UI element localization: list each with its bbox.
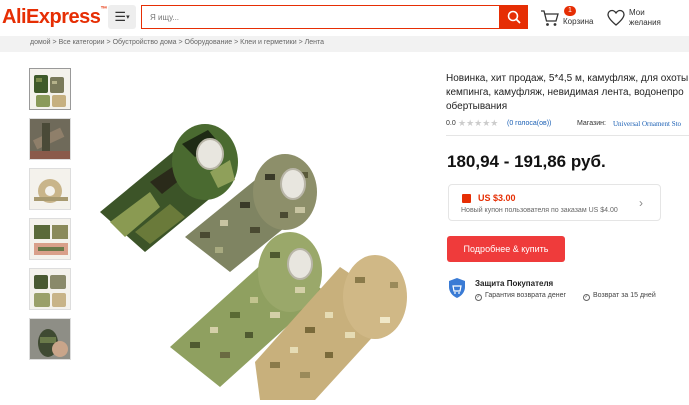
heart-icon <box>607 9 625 26</box>
breadcrumb-trail: домой > Все категории > Обустройство дом… <box>30 39 324 46</box>
thumbnail-2[interactable] <box>29 118 71 160</box>
store-link[interactable]: Universal Ornament Sto <box>613 120 681 128</box>
cart-icon <box>541 10 559 26</box>
product-main-image[interactable] <box>90 62 420 400</box>
breadcrumb-separator: > <box>232 39 241 46</box>
wishlist-button[interactable]: Мои желания <box>607 6 687 32</box>
breadcrumb-separator: > <box>50 39 59 46</box>
star-rating-icon: ★★★★★ <box>458 118 499 128</box>
shield-icon <box>449 278 465 298</box>
breadcrumb-item[interactable]: Все категории <box>59 39 105 46</box>
check-circle-icon: ✓ <box>583 294 590 301</box>
thumbnail-4[interactable] <box>29 218 71 260</box>
store-label: Магазин: <box>577 120 606 127</box>
votes-link[interactable]: (0 голоса(ов)) <box>507 120 551 127</box>
breadcrumb-item[interactable]: Оборудование <box>185 39 233 46</box>
breadcrumb-item[interactable]: Обустройство дома <box>113 39 177 46</box>
cart-button[interactable]: 1 Корзина <box>540 6 600 32</box>
coupon-icon <box>462 194 471 203</box>
search-icon <box>507 10 521 24</box>
rating-row: 0.0 ★★★★★ (0 голоса(ов)) Магазин: Univer… <box>446 118 689 130</box>
return-policy: ✓ Возврат за 15 дней <box>583 292 656 301</box>
coupon-description: Новый купон пользователя по заказам US $… <box>461 207 618 214</box>
rating-value: 0.0 <box>446 120 456 127</box>
search-input[interactable] <box>142 6 499 28</box>
coupon-card[interactable]: US $3.00 Новый купон пользователя по зак… <box>448 184 661 221</box>
product-title: Новинка, хит продаж, 5*4,5 м, камуфляж, … <box>446 73 689 112</box>
thumbnail-3[interactable] <box>29 168 71 210</box>
cart-label: Корзина <box>563 17 594 26</box>
header: AliExpress™ ☰▾ 1 Корзина Мои желания <box>0 0 689 36</box>
breadcrumb-item[interactable]: Клеи и герметики <box>240 39 297 46</box>
thumbnail-5[interactable] <box>29 268 71 310</box>
category-menu-button[interactable]: ☰ ▾ <box>108 5 136 29</box>
divider <box>446 135 689 136</box>
chevron-right-icon: › <box>639 196 643 210</box>
hamburger-icon: ☰ <box>114 9 127 24</box>
breadcrumb-item[interactable]: домой <box>30 39 51 46</box>
breadcrumb-separator: > <box>296 39 305 46</box>
search-button[interactable] <box>499 5 528 29</box>
breadcrumb-separator: > <box>104 39 113 46</box>
cart-count-badge: 1 <box>564 6 576 16</box>
money-back-guarantee: ✓ Гарантия возврата денег <box>475 292 567 301</box>
search-field[interactable] <box>141 5 499 29</box>
breadcrumb-item[interactable]: Лента <box>305 39 324 46</box>
wishlist-label: Мои желания <box>629 8 661 27</box>
thumbnail-6[interactable] <box>29 318 71 360</box>
check-circle-icon: ✓ <box>475 294 482 301</box>
breadcrumb: домой > Все категории > Обустройство дом… <box>0 36 689 52</box>
aliexpress-logo[interactable]: AliExpress™ <box>2 6 107 29</box>
coupon-amount: US $3.00 <box>478 193 516 203</box>
breadcrumb-separator: > <box>176 39 185 46</box>
thumbnail-gallery <box>29 68 73 368</box>
buyer-protection-title: Защита Покупателя <box>475 279 554 288</box>
thumbnail-1[interactable] <box>29 68 71 110</box>
buy-button[interactable]: Подробнее & купить <box>447 236 565 262</box>
price: 180,94 - 191,86 руб. <box>447 152 606 171</box>
